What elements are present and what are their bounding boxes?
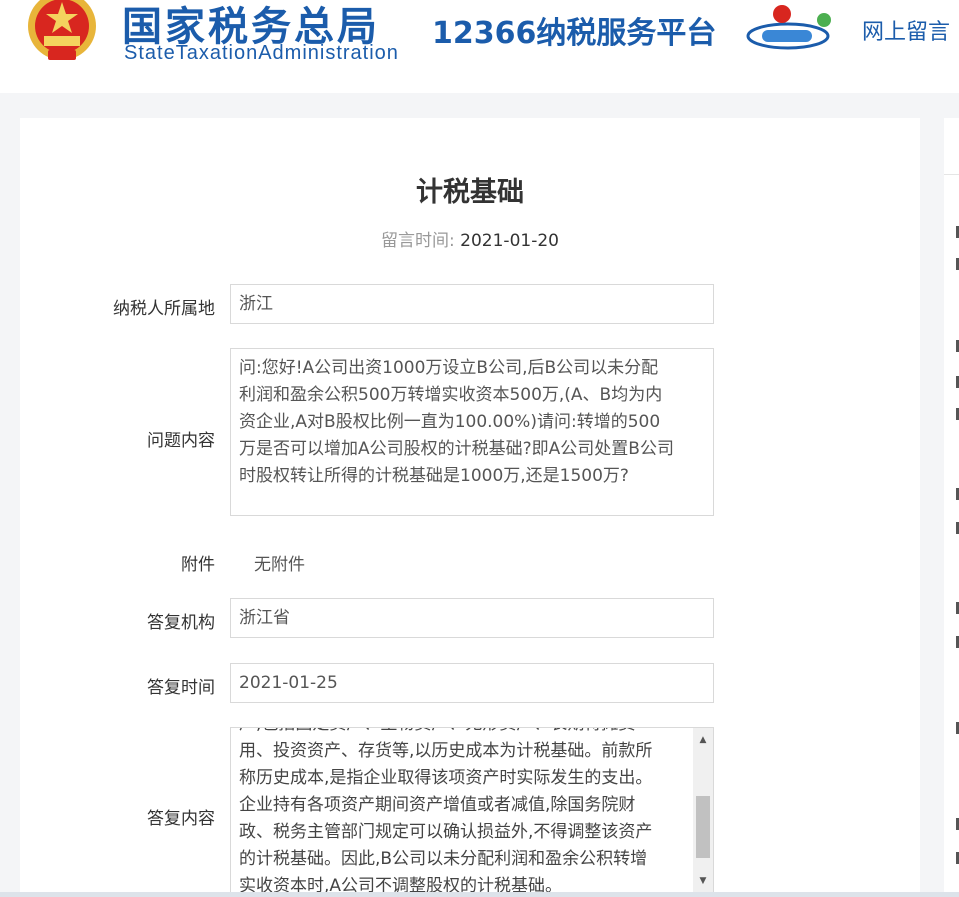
site-header: 国家税务总局 StateTaxationAdministration 12366… [0, 0, 959, 93]
scrollbar-thumb[interactable] [696, 796, 710, 858]
location-label: 纳税人所属地 [113, 299, 215, 319]
answer-line: 称历史成本,是指企业取得该项资产时实际发生的支出。 [239, 768, 653, 788]
answer-label: 答复内容 [147, 809, 215, 829]
question-line: 万是否可以增加A公司股权的计税基础?即A公司处置B公司 [239, 439, 674, 459]
page-title: 计税基础 [416, 177, 524, 208]
attachment-value: 无附件 [254, 555, 305, 575]
answer-scrollbar[interactable]: ▲ ▼ [693, 728, 713, 897]
right-sidebar [944, 118, 959, 897]
answer-content-box[interactable]: 产,包括固定资产、生物资产、无形资产、长期待摊费 用、投资资产、存货等,以历史成… [230, 727, 714, 897]
sidebar-divider [944, 174, 959, 175]
platform-name: 12366纳税服务平台 [432, 16, 717, 51]
post-time: 留言时间: 2021-01-20 [0, 226, 940, 251]
reply-org-label: 答复机构 [147, 613, 215, 633]
question-content-box: 问:您好!A公司出资1000万设立B公司,后B公司以未分配 利润和盈余公积500… [230, 348, 714, 516]
scroll-up-arrow-icon[interactable]: ▲ [693, 732, 713, 748]
post-time-value: 2021-01-20 [460, 231, 559, 251]
question-label: 问题内容 [147, 431, 215, 451]
national-emblem-icon [28, 0, 96, 60]
scroll-down-arrow-icon[interactable]: ▼ [693, 873, 713, 889]
reply-org-field: 浙江省 [230, 598, 714, 638]
brand-name-en: StateTaxationAdministration [124, 42, 399, 64]
location-field: 浙江 [230, 284, 714, 324]
answer-line: 的计税基础。因此,B公司以未分配利润和盈余公积转增 [239, 849, 648, 869]
answer-line: 产,包括固定资产、生物资产、无形资产、长期待摊费 [239, 728, 689, 738]
nav-online-message-link[interactable]: 网上留言 [862, 14, 950, 46]
attachment-label: 附件 [181, 555, 215, 575]
answer-line: 政、税务主管部门规定可以确认损益外,不得调整该资产 [239, 822, 653, 842]
question-line: 利润和盈余公积500万转增实收资本500万,(A、B均为内 [239, 385, 663, 405]
question-line: 问:您好!A公司出资1000万设立B公司,后B公司以未分配 [239, 358, 659, 378]
12366-logo-icon [746, 5, 831, 50]
answer-text: 产,包括固定资产、生物资产、无形资产、长期待摊费 用、投资资产、存货等,以历史成… [239, 728, 689, 897]
reply-time-field: 2021-01-25 [230, 663, 714, 703]
question-line: 时股权转让所得的计税基础是1000万,还是1500万? [239, 466, 629, 486]
reply-time-label: 答复时间 [147, 678, 215, 698]
bottom-strip [0, 892, 959, 897]
post-time-label: 留言时间: [381, 231, 455, 251]
answer-line: 用、投资资产、存货等,以历史成本为计税基础。前款所 [239, 741, 653, 761]
answer-line: 企业持有各项资产期间资产增值或者减值,除国务院财 [239, 795, 636, 815]
question-line: 资企业,A对B股权比例一直为100.00%)请问:转增的500 [239, 412, 661, 432]
